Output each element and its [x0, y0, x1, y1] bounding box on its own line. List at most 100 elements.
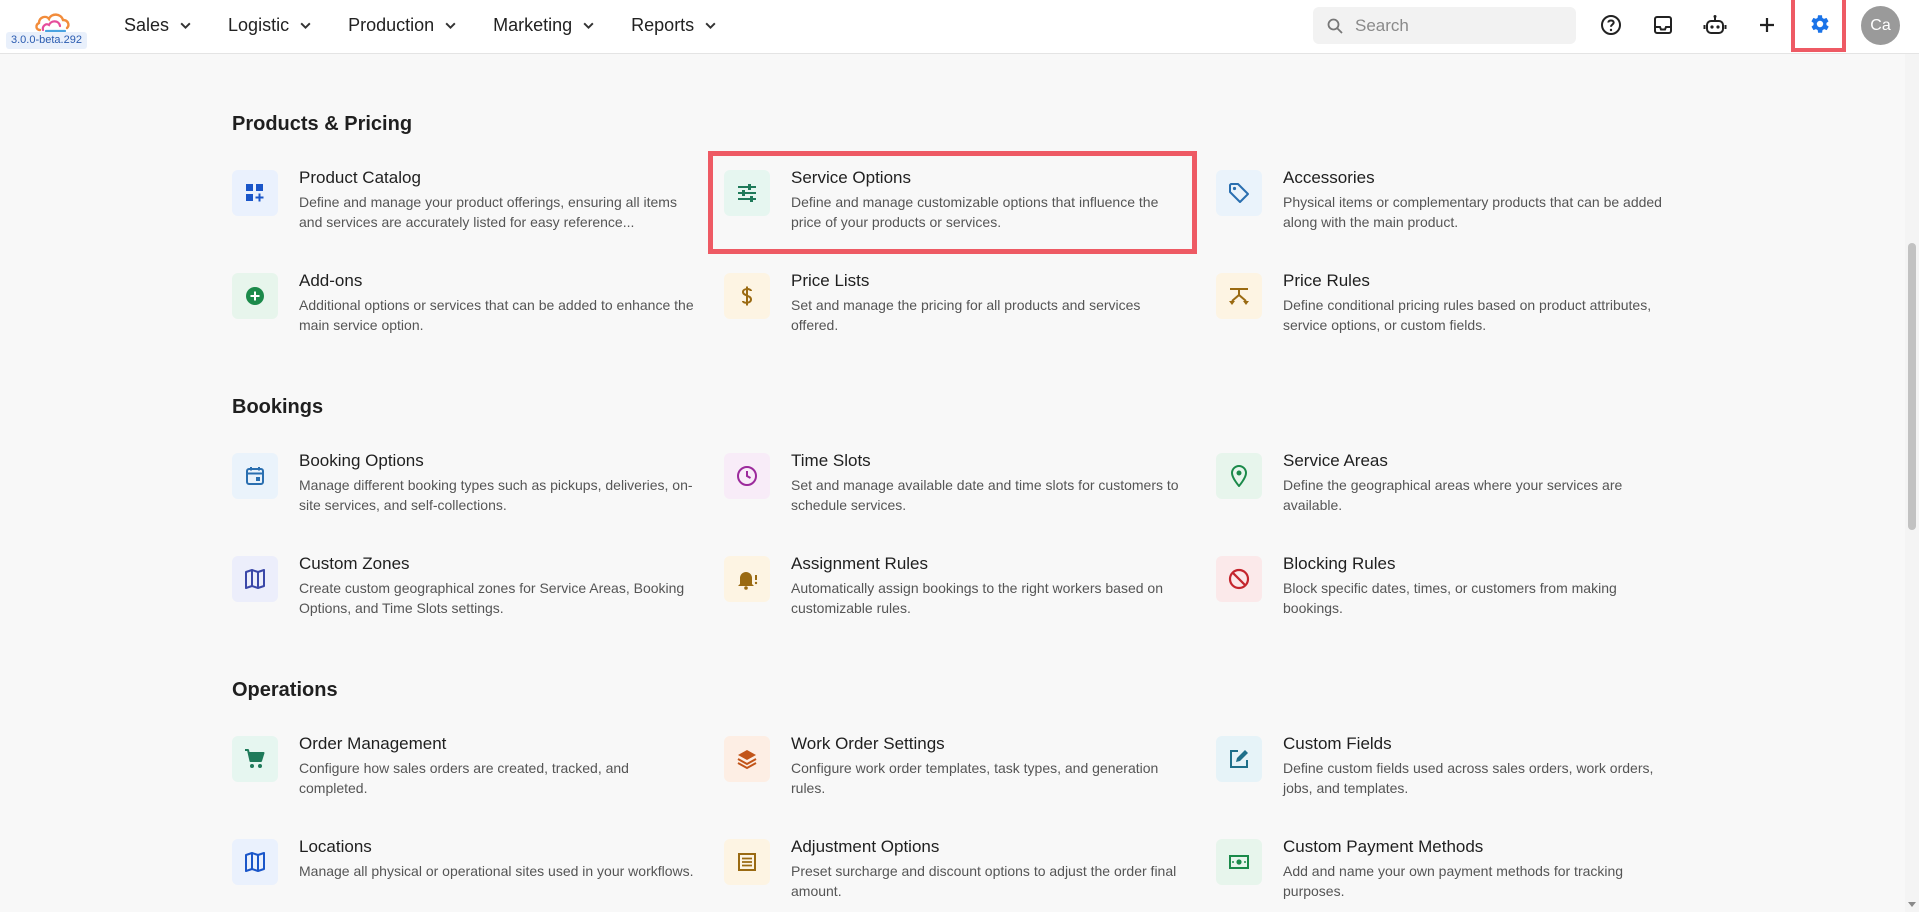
- card-price-lists[interactable]: Price Lists Set and manage the pricing f…: [724, 271, 1194, 361]
- card-booking-options[interactable]: Booking Options Manage different booking…: [232, 451, 702, 541]
- card-title: Work Order Settings: [791, 734, 945, 753]
- top-bar: 3.0.0-beta.292 Sales Logistic Production…: [0, 0, 1919, 54]
- card-desc: Configure how sales orders are created, …: [299, 760, 629, 796]
- card-desc: Define the geographical areas where your…: [1283, 477, 1623, 513]
- card-product-catalog[interactable]: Product Catalog Define and manage your p…: [232, 168, 702, 258]
- inbox-icon: [1654, 16, 1672, 34]
- card-title: Custom Payment Methods: [1283, 837, 1484, 856]
- card-blocking-rules[interactable]: Blocking Rules Block specific dates, tim…: [1216, 554, 1686, 644]
- chevron-down-icon: [445, 22, 456, 29]
- settings-button[interactable]: [1791, 0, 1846, 52]
- card-title: Adjustment Options: [791, 837, 940, 856]
- edit-box-icon: [1216, 736, 1262, 782]
- card-title: Booking Options: [299, 451, 424, 470]
- card-title: Blocking Rules: [1283, 554, 1396, 573]
- card-title: Locations: [299, 837, 372, 856]
- card-desc: Set and manage the pricing for all produ…: [791, 297, 1141, 333]
- card-desc: Define custom fields used across sales o…: [1283, 760, 1654, 796]
- bell-alert-icon: [724, 556, 770, 602]
- card-desc: Create custom geographical zones for Ser…: [299, 580, 685, 616]
- card-order-management[interactable]: Order Management Configure how sales ord…: [232, 734, 702, 824]
- nav-production-label: Production: [348, 14, 435, 35]
- section-title-bookings: Bookings: [232, 396, 324, 418]
- plus-circle-icon: [232, 273, 278, 319]
- robot-icon: [1703, 15, 1727, 34]
- card-service-areas[interactable]: Service Areas Define the geographical ar…: [1216, 451, 1686, 541]
- search-input[interactable]: [1355, 15, 1555, 36]
- card-title: Time Slots: [791, 451, 871, 470]
- card-desc: Manage different booking types such as p…: [299, 477, 693, 513]
- highlight-frame: [708, 151, 1197, 254]
- chevron-down-icon: [583, 22, 594, 29]
- section-title-operations: Operations: [232, 679, 338, 701]
- layers-icon: [724, 736, 770, 782]
- card-adjustment-options[interactable]: Adjustment Options Preset surcharge and …: [724, 837, 1194, 912]
- search-icon: [1327, 18, 1343, 34]
- grid-plus-icon: [232, 170, 278, 216]
- nav-production[interactable]: Production: [348, 15, 457, 36]
- nav-reports[interactable]: Reports: [631, 15, 717, 36]
- nav-reports-label: Reports: [631, 14, 695, 35]
- calendar-icon: [232, 453, 278, 499]
- nav-marketing-label: Marketing: [493, 14, 573, 35]
- chevron-down-icon: [300, 22, 311, 29]
- map-icon: [232, 556, 278, 602]
- scrollbar-thumb[interactable]: [1908, 243, 1916, 530]
- dollar-icon: [724, 273, 770, 319]
- card-desc: Automatically assign bookings to the rig…: [791, 580, 1163, 616]
- create-button[interactable]: [1754, 12, 1780, 38]
- card-title: Assignment Rules: [791, 554, 929, 573]
- assistant-button[interactable]: [1702, 12, 1728, 38]
- rules-icon: [1216, 273, 1262, 319]
- card-title: Price Rules: [1283, 271, 1370, 290]
- card-title: Accessories: [1283, 168, 1375, 187]
- location-pin-icon: [1216, 453, 1262, 499]
- card-desc: Manage all physical or operational sites…: [299, 863, 694, 879]
- card-time-slots[interactable]: Time Slots Set and manage available date…: [724, 451, 1194, 541]
- nav-sales[interactable]: Sales: [124, 15, 192, 36]
- card-accessories[interactable]: Accessories Physical items or complement…: [1216, 168, 1686, 258]
- nav-logistic-label: Logistic: [228, 14, 290, 35]
- chevron-down-icon: [180, 22, 191, 29]
- nav-logistic[interactable]: Logistic: [228, 15, 312, 36]
- search-box[interactable]: [1313, 7, 1576, 44]
- card-desc: Preset surcharge and discount options to…: [791, 863, 1177, 899]
- help-icon: [1601, 15, 1621, 35]
- map-icon: [232, 839, 278, 885]
- card-work-order-settings[interactable]: Work Order Settings Configure work order…: [724, 734, 1194, 824]
- card-desc: Define and manage your product offerings…: [299, 194, 677, 230]
- nav-sales-label: Sales: [124, 14, 170, 35]
- card-desc: Define conditional pricing rules based o…: [1283, 297, 1652, 333]
- card-custom-fields[interactable]: Custom Fields Define custom fields used …: [1216, 734, 1686, 824]
- card-assignment-rules[interactable]: Assignment Rules Automatically assign bo…: [724, 554, 1194, 644]
- card-desc: Set and manage available date and time s…: [791, 477, 1179, 513]
- payments-icon: [1216, 839, 1262, 885]
- nav-marketing[interactable]: Marketing: [493, 15, 595, 36]
- plus-icon: [1760, 18, 1774, 32]
- chevron-down-icon: [705, 22, 716, 29]
- card-locations[interactable]: Locations Manage all physical or operati…: [232, 837, 702, 912]
- receipt-icon: [724, 839, 770, 885]
- scroll-down-arrow-icon[interactable]: [1906, 898, 1918, 910]
- card-custom-payment-methods[interactable]: Custom Payment Methods Add and name your…: [1216, 837, 1686, 912]
- gear-icon: [1810, 15, 1829, 33]
- inbox-button[interactable]: [1650, 12, 1676, 38]
- clock-icon: [724, 453, 770, 499]
- card-desc: Physical items or complementary products…: [1283, 194, 1662, 230]
- card-custom-zones[interactable]: Custom Zones Create custom geographical …: [232, 554, 702, 644]
- card-price-rules[interactable]: Price Rules Define conditional pricing r…: [1216, 271, 1686, 361]
- card-title: Add-ons: [299, 271, 363, 290]
- user-avatar[interactable]: Ca: [1861, 6, 1900, 45]
- app-logo[interactable]: [34, 8, 74, 34]
- card-desc: Additional options or services that can …: [299, 297, 694, 333]
- card-title: Price Lists: [791, 271, 870, 290]
- block-icon: [1216, 556, 1262, 602]
- card-title: Order Management: [299, 734, 447, 753]
- card-add-ons[interactable]: Add-ons Additional options or services t…: [232, 271, 702, 361]
- section-title-products-pricing: Products & Pricing: [232, 113, 413, 135]
- card-title: Custom Fields: [1283, 734, 1392, 753]
- version-badge: 3.0.0-beta.292: [6, 32, 87, 49]
- card-title: Product Catalog: [299, 168, 421, 187]
- help-button[interactable]: [1598, 12, 1624, 38]
- card-title: Custom Zones: [299, 554, 410, 573]
